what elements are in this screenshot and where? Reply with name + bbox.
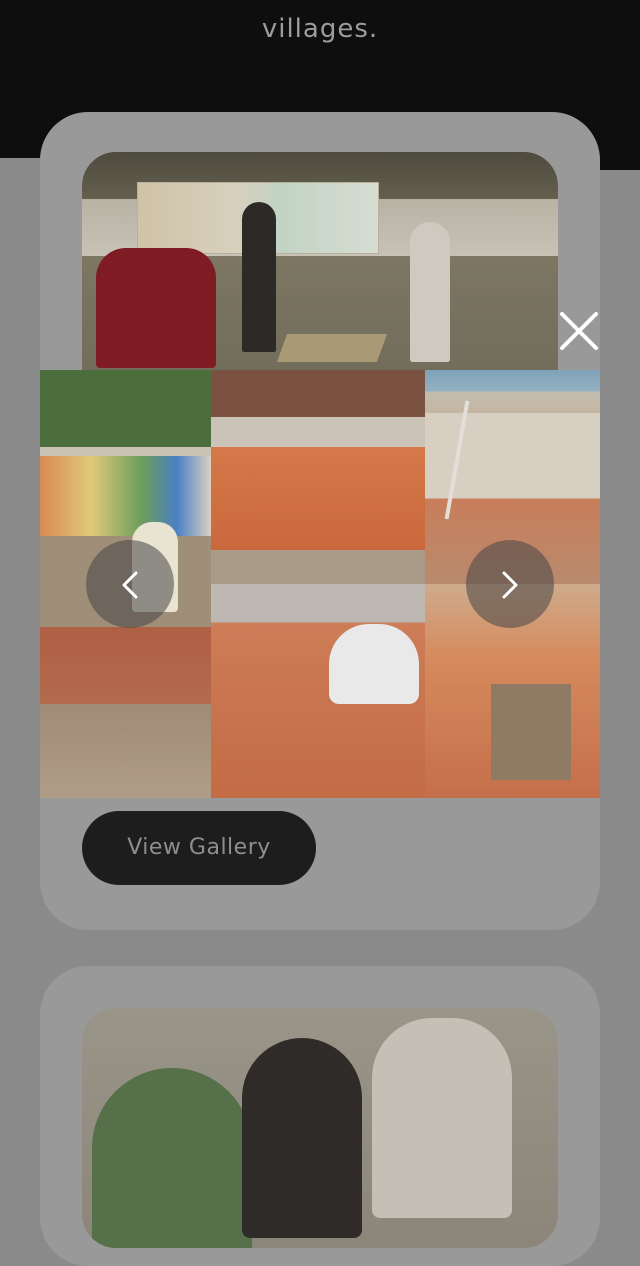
photo-figure (96, 248, 216, 368)
gallery-image[interactable] (211, 584, 425, 798)
photo-plant (92, 1068, 252, 1248)
photo-hole (491, 684, 571, 780)
photo-figure (242, 1038, 362, 1238)
mural-graphic (40, 456, 211, 536)
view-gallery-button[interactable]: View Gallery (82, 811, 316, 885)
next-image-button[interactable] (466, 540, 554, 628)
photo-figure (242, 202, 276, 352)
photo-pole (444, 400, 470, 520)
photo-figure (372, 1018, 512, 1218)
close-icon (560, 312, 598, 350)
photo-figure (410, 222, 450, 362)
close-button[interactable] (556, 308, 602, 354)
card-photo (82, 1008, 558, 1248)
gallery-image[interactable] (211, 370, 425, 584)
photo-plank (276, 334, 388, 362)
section-text: villages. (261, 14, 379, 44)
chevron-left-icon (122, 571, 138, 599)
chevron-right-icon (502, 571, 518, 599)
previous-image-button[interactable] (86, 540, 174, 628)
project-card (40, 966, 600, 1266)
photo-figure (329, 624, 419, 704)
torn-edge-decoration (600, 158, 640, 170)
